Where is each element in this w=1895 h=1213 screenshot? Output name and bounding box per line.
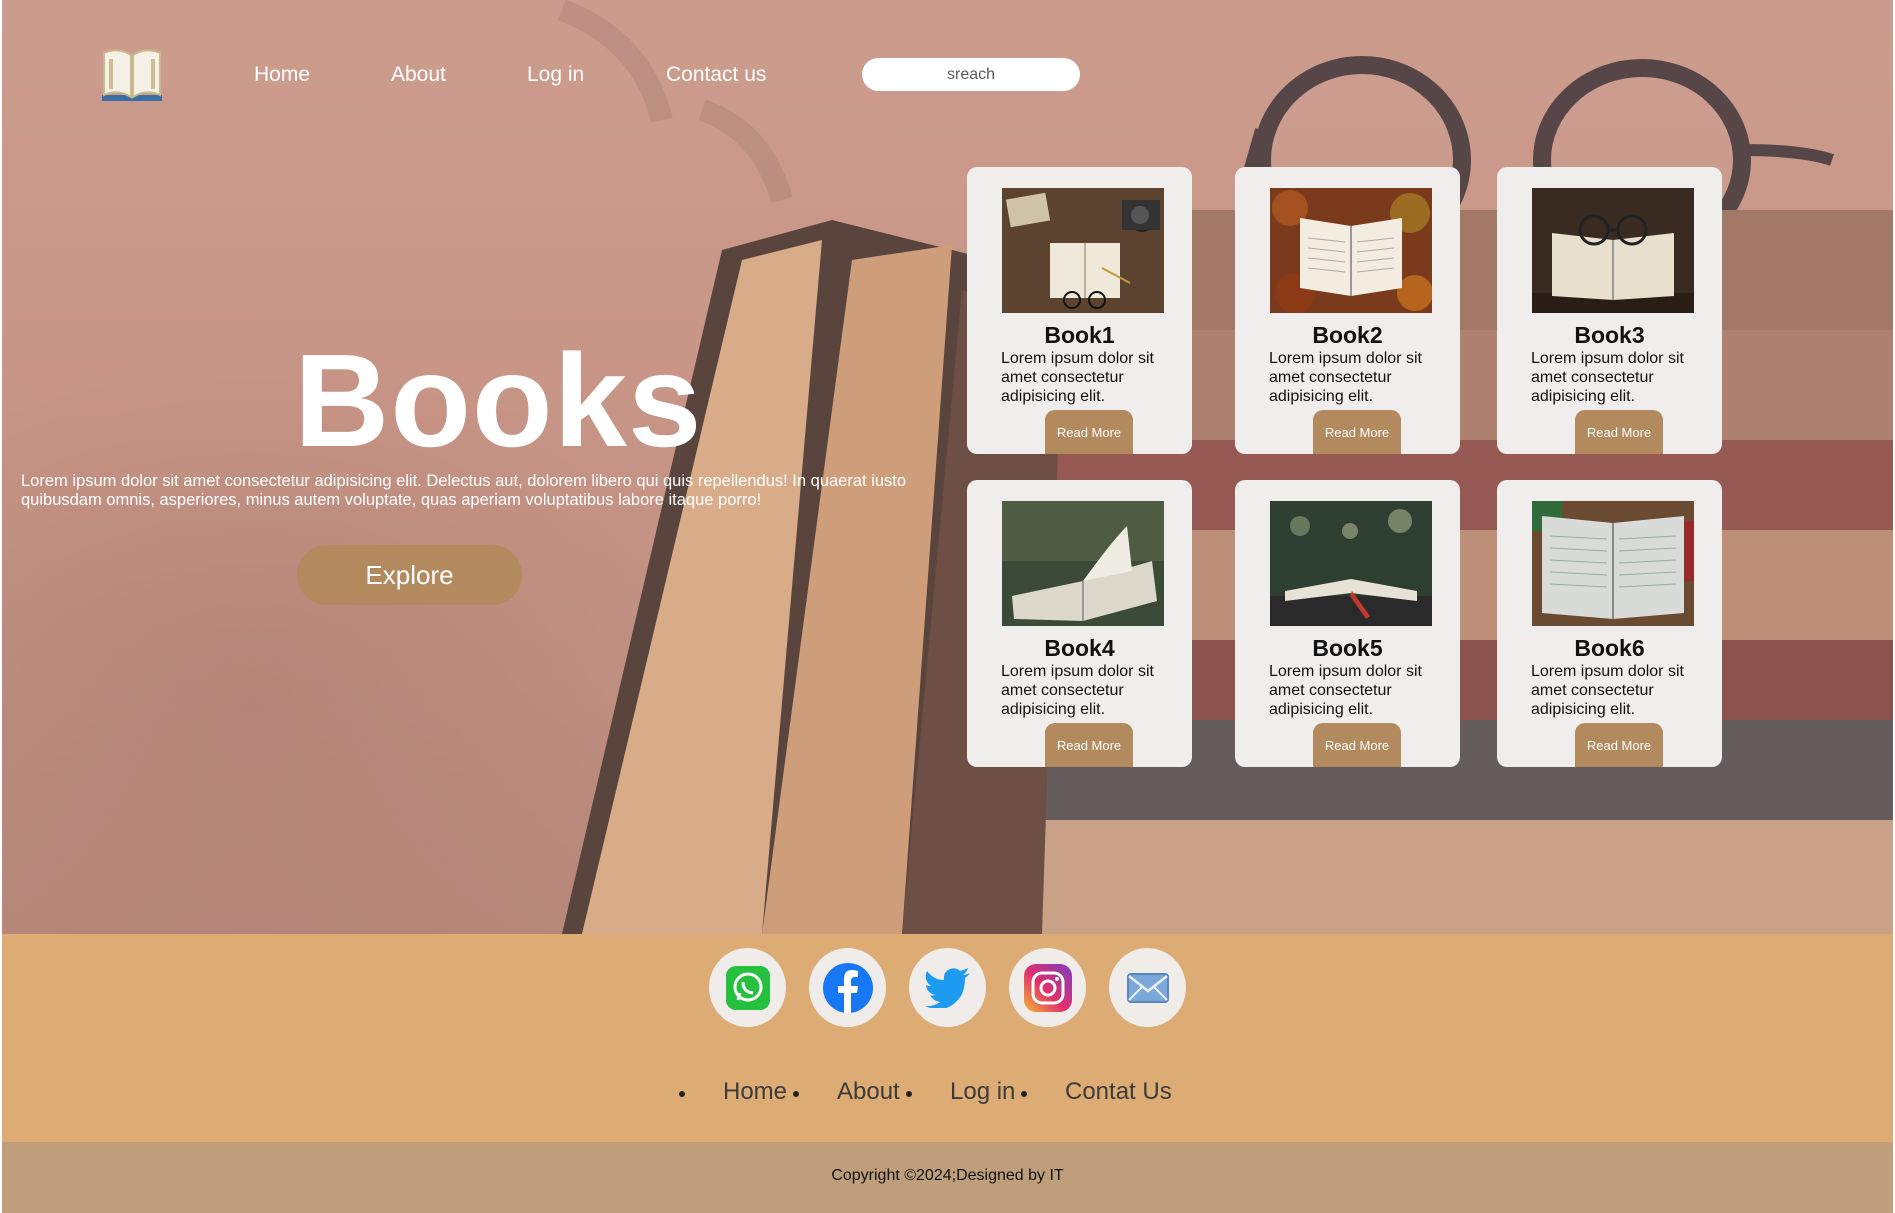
whatsapp-button[interactable] <box>709 948 786 1027</box>
read-more-button[interactable]: Read More <box>1313 723 1401 767</box>
facebook-button[interactable] <box>809 948 886 1027</box>
bullet <box>793 1091 799 1097</box>
book-description: Lorem ipsum dolor sit amet consectetur a… <box>1531 350 1684 405</box>
book-title: Book3 <box>1574 322 1645 348</box>
nav-link-contact[interactable]: Contact us <box>666 63 766 87</box>
read-more-button[interactable]: Read More <box>1575 723 1663 767</box>
hero-background-image <box>2 0 1893 934</box>
bullet <box>679 1091 685 1097</box>
footer-link-contact[interactable]: Contat Us <box>1065 1078 1172 1106</box>
footer-nav: Home About Log in Contat Us <box>0 1078 1895 1108</box>
book-title: Book5 <box>1312 635 1383 661</box>
twitter-button[interactable] <box>909 948 986 1027</box>
book-title: Book4 <box>1044 635 1115 661</box>
footer-link-login[interactable]: Log in <box>950 1078 1015 1106</box>
book-card-1: Book1 Lorem ipsum dolor sit amet consect… <box>967 167 1192 454</box>
book-title: Book2 <box>1312 322 1383 348</box>
book-card-6: Book6 Lorem ipsum dolor sit amet consect… <box>1497 480 1722 767</box>
nav-link-about[interactable]: About <box>391 63 446 87</box>
copyright-text: Copyright ©2024;Designed by IT <box>831 1167 1064 1184</box>
book-thumbnail <box>1532 188 1694 313</box>
instagram-icon <box>1023 963 1072 1012</box>
hero-description: Lorem ipsum dolor sit amet consectetur a… <box>21 472 907 509</box>
book-thumbnail <box>1270 501 1432 626</box>
mail-icon <box>1126 972 1169 1003</box>
explore-button[interactable]: Explore <box>297 545 522 605</box>
book-description: Lorem ipsum dolor sit amet consectetur a… <box>1269 663 1422 718</box>
twitter-icon <box>924 967 970 1008</box>
footer-link-about[interactable]: About <box>837 1078 900 1106</box>
book-card-2: Book2 Lorem ipsum dolor sit amet consect… <box>1235 167 1460 454</box>
whatsapp-icon <box>725 965 770 1010</box>
book-card-4: Book4 Lorem ipsum dolor sit amet consect… <box>967 480 1192 767</box>
book-thumbnail <box>1002 188 1164 313</box>
book-thumbnail <box>1532 501 1694 626</box>
book-thumbnail <box>1270 188 1432 313</box>
book-card-5: Book5 Lorem ipsum dolor sit amet consect… <box>1235 480 1460 767</box>
facebook-icon <box>822 962 873 1013</box>
book-description: Lorem ipsum dolor sit amet consectetur a… <box>1269 350 1422 405</box>
read-more-button[interactable]: Read More <box>1045 723 1133 767</box>
open-book-icon[interactable] <box>100 45 164 103</box>
hero-section <box>2 0 1893 934</box>
book-description: Lorem ipsum dolor sit amet consectetur a… <box>1001 350 1154 405</box>
book-title: Book1 <box>1044 322 1115 348</box>
footer-link-home[interactable]: Home <box>723 1078 787 1106</box>
book-card-3: Book3 Lorem ipsum dolor sit amet consect… <box>1497 167 1722 454</box>
nav-link-home[interactable]: Home <box>254 63 310 87</box>
mail-button[interactable] <box>1109 948 1186 1027</box>
book-description: Lorem ipsum dolor sit amet consectetur a… <box>1531 663 1684 718</box>
read-more-button[interactable]: Read More <box>1575 410 1663 454</box>
hero-title: Books <box>294 327 703 474</box>
book-description: Lorem ipsum dolor sit amet consectetur a… <box>1001 663 1154 718</box>
book-thumbnail <box>1002 501 1164 626</box>
book-title: Book6 <box>1574 635 1645 661</box>
bullet <box>1021 1091 1027 1097</box>
nav-link-login[interactable]: Log in <box>527 63 584 87</box>
read-more-button[interactable]: Read More <box>1045 410 1133 454</box>
read-more-button[interactable]: Read More <box>1313 410 1401 454</box>
search-input[interactable] <box>862 58 1080 91</box>
bullet <box>906 1091 912 1097</box>
instagram-button[interactable] <box>1009 948 1086 1027</box>
